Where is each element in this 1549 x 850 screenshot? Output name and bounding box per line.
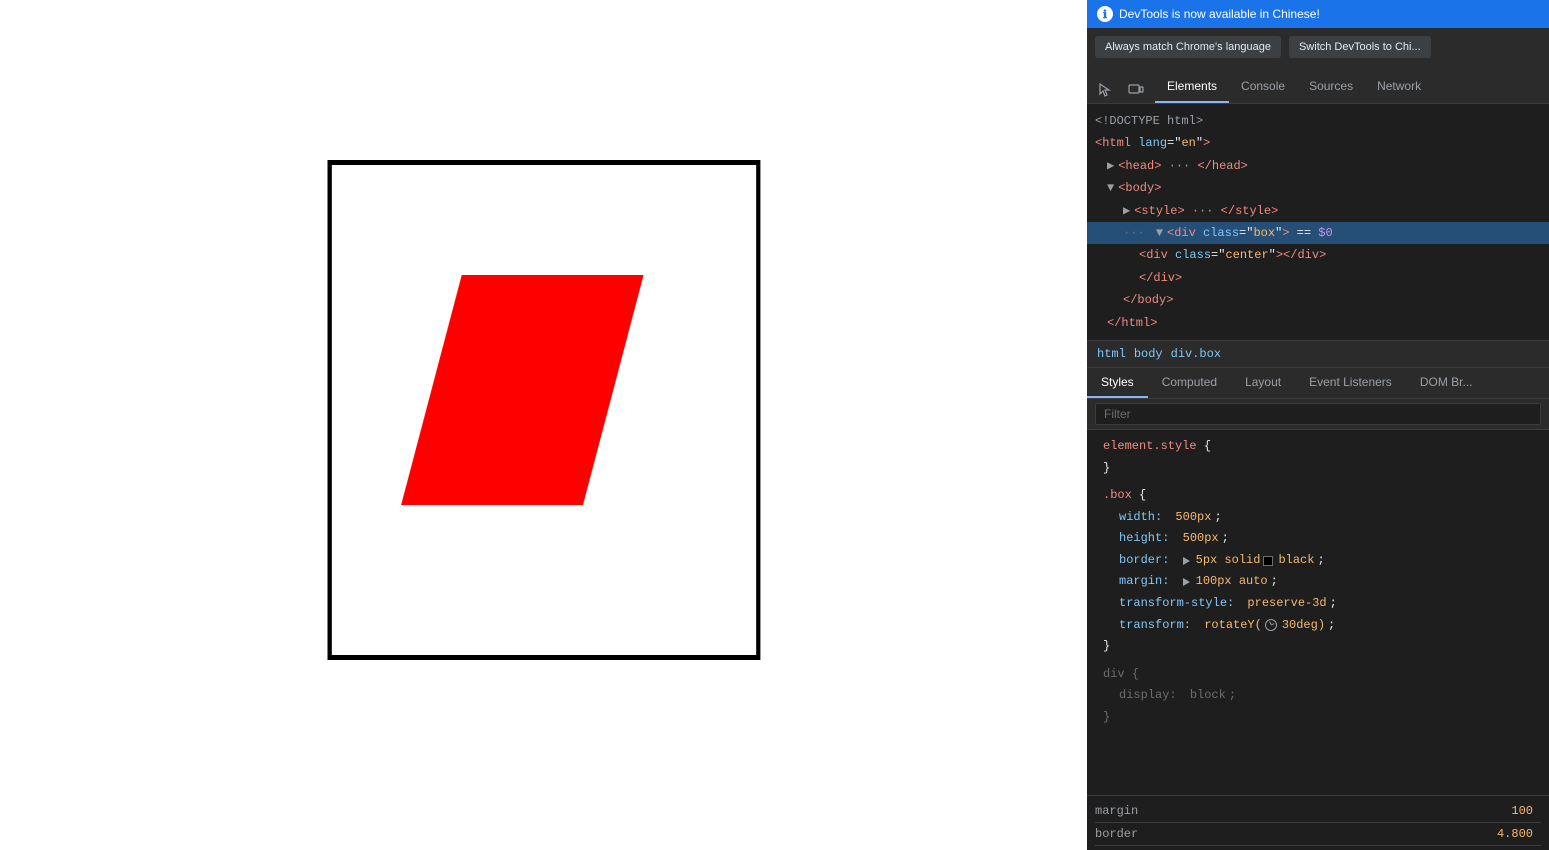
- tab-styles[interactable]: Styles: [1087, 368, 1148, 398]
- box-element: [327, 160, 760, 660]
- css-selector-box[interactable]: .box {: [1095, 485, 1541, 507]
- css-prop-width[interactable]: width: 500px;: [1095, 507, 1541, 529]
- main-page: [0, 0, 1087, 850]
- css-selector-element-style[interactable]: element.style {: [1095, 436, 1541, 458]
- box-model-border-row: border 4.800: [1095, 823, 1541, 846]
- devtools-tab-icons: [1087, 77, 1155, 103]
- css-prop-border[interactable]: border: 5px solid black;: [1095, 550, 1541, 572]
- tab-dom-breakpoints[interactable]: DOM Br...: [1406, 368, 1487, 398]
- breadcrumb-body[interactable]: body: [1134, 347, 1163, 361]
- switch-devtools-button[interactable]: Switch DevTools to Chi...: [1289, 36, 1431, 58]
- css-prop-transform[interactable]: transform: rotateY( 30deg);: [1095, 615, 1541, 637]
- dom-div-box[interactable]: ··· ▼<div class="box"> == $0: [1087, 222, 1549, 244]
- inspect-element-icon[interactable]: [1093, 77, 1119, 103]
- styles-filter: [1087, 399, 1549, 430]
- breadcrumb-html[interactable]: html: [1097, 347, 1126, 361]
- css-rule-element-style: element.style { }: [1095, 436, 1541, 479]
- css-close-div: }: [1095, 707, 1541, 729]
- css-close-box: }: [1095, 636, 1541, 658]
- devtools-main-tabs: Elements Console Sources Network: [1087, 66, 1549, 104]
- dom-close-div[interactable]: </div>: [1087, 267, 1549, 289]
- dom-div-center[interactable]: <div class="center"></div>: [1087, 244, 1549, 266]
- breadcrumb-divbox[interactable]: div.box: [1171, 347, 1221, 361]
- dom-style[interactable]: ▶<style> ··· </style>: [1087, 200, 1549, 222]
- expand-margin-icon[interactable]: [1183, 578, 1190, 586]
- tab-computed[interactable]: Computed: [1148, 368, 1231, 398]
- devtools-panel: ℹ DevTools is now available in Chinese! …: [1087, 0, 1549, 850]
- box-model-margin-row: margin 100: [1095, 800, 1541, 823]
- tab-console[interactable]: Console: [1229, 71, 1297, 103]
- lang-buttons-bar: Always match Chrome's language Switch De…: [1087, 28, 1549, 66]
- device-toolbar-icon[interactable]: [1123, 77, 1149, 103]
- devtools-notification: ℹ DevTools is now available in Chinese!: [1087, 0, 1549, 28]
- tab-sources[interactable]: Sources: [1297, 71, 1365, 103]
- css-prop-height[interactable]: height: 500px;: [1095, 528, 1541, 550]
- box-model-border-label: border: [1095, 827, 1175, 841]
- dom-close-html[interactable]: </html>: [1087, 312, 1549, 334]
- css-prop-margin[interactable]: margin: 100px auto;: [1095, 571, 1541, 593]
- expand-border-icon[interactable]: [1183, 557, 1190, 565]
- css-prop-display[interactable]: display: block;: [1095, 685, 1541, 707]
- box-model-margin-label: margin: [1095, 804, 1175, 818]
- dom-close-body[interactable]: </body>: [1087, 289, 1549, 311]
- dom-head[interactable]: ▶<head> ··· </head>: [1087, 155, 1549, 177]
- tab-layout[interactable]: Layout: [1231, 368, 1295, 398]
- dom-doctype[interactable]: <!DOCTYPE html>: [1087, 110, 1549, 132]
- css-rules: element.style { } .box { width: 500px; h…: [1087, 430, 1549, 795]
- border-color-swatch[interactable]: [1263, 556, 1273, 566]
- match-language-button[interactable]: Always match Chrome's language: [1095, 36, 1281, 58]
- tab-network[interactable]: Network: [1365, 71, 1433, 103]
- info-icon: ℹ: [1097, 6, 1113, 22]
- tab-elements[interactable]: Elements: [1155, 71, 1229, 103]
- red-shape: [401, 275, 643, 505]
- css-rule-box: .box { width: 500px; height: 500px; bord…: [1095, 485, 1541, 658]
- dom-body[interactable]: ▼<body>: [1087, 177, 1549, 199]
- notification-text: DevTools is now available in Chinese!: [1119, 7, 1320, 21]
- css-close-element-style: }: [1095, 458, 1541, 480]
- css-selector-div[interactable]: div {: [1095, 664, 1541, 686]
- box-model-margin-value: 100: [1511, 804, 1541, 818]
- clock-icon[interactable]: [1265, 619, 1277, 631]
- filter-input[interactable]: [1095, 403, 1541, 425]
- tab-event-listeners[interactable]: Event Listeners: [1295, 368, 1406, 398]
- css-rule-div: div { display: block; }: [1095, 664, 1541, 729]
- dom-html[interactable]: <html lang="en">: [1087, 132, 1549, 154]
- styles-tabs: Styles Computed Layout Event Listeners D…: [1087, 368, 1549, 399]
- dom-tree: <!DOCTYPE html> <html lang="en"> ▶<head>…: [1087, 104, 1549, 340]
- dom-breadcrumb: html body div.box: [1087, 340, 1549, 368]
- box-model-border-value: 4.800: [1497, 827, 1541, 841]
- box-model-section: margin 100 border 4.800: [1087, 795, 1549, 850]
- css-prop-transform-style[interactable]: transform-style: preserve-3d;: [1095, 593, 1541, 615]
